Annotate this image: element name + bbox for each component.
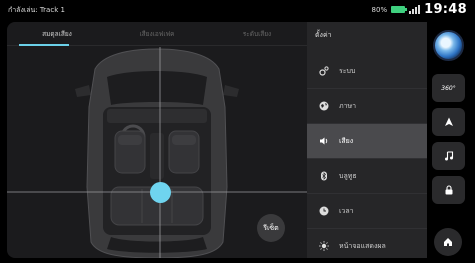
navigation-button[interactable] (432, 108, 465, 136)
battery-percent: 80% (371, 5, 388, 14)
balance-handle[interactable] (150, 182, 171, 203)
sound-tabs: สมดุลเสียง เสียงเอฟเฟค ระดับเสียง (7, 22, 307, 46)
home-icon (444, 238, 452, 246)
brightness-icon (319, 241, 329, 251)
menu-item-label: เวลา (339, 206, 354, 215)
navigation-icon (444, 117, 453, 126)
balance-area[interactable]: รีเซ็ต (7, 47, 307, 258)
menu-item-label: ภาษา (339, 101, 357, 110)
clock: 19:48 (424, 2, 467, 17)
bluetooth-icon (319, 171, 329, 181)
settings-title: ตั้งค่า (315, 31, 332, 39)
menu-item-label: บลูทูธ (339, 171, 357, 180)
system-icon (319, 66, 329, 76)
menu-item-display[interactable]: หน้าจอแสดงผล (307, 229, 427, 263)
music-button[interactable] (432, 142, 465, 170)
menu-item-bluetooth[interactable]: บลูทูธ (307, 159, 427, 194)
music-icon (444, 151, 453, 161)
reset-button[interactable]: รีเซ็ต (257, 214, 285, 242)
menu-item-time[interactable]: เวลา (307, 194, 427, 229)
language-icon (319, 101, 329, 111)
active-tab-indicator (19, 44, 69, 46)
speaker-icon (319, 136, 329, 146)
menu-item-label: เสียง (339, 136, 354, 145)
home-button[interactable] (434, 228, 462, 256)
status-bar: กำลังเล่น: Track 1 80% 19:48 (0, 0, 475, 22)
menu-item-label: ระบบ (339, 66, 356, 75)
tab-effects[interactable]: เสียงเอฟเฟค (107, 22, 207, 45)
settings-menu: ตั้งค่า ระบบ ภาษา เสียง บลูทูธ เวลา หน้า… (307, 22, 427, 258)
lock-button[interactable] (432, 176, 465, 204)
menu-item-system[interactable]: ระบบ (307, 54, 427, 89)
sound-panel: สมดุลเสียง เสียงเอฟเฟค ระดับเสียง รีเซ็ต (7, 22, 307, 258)
lock-icon (445, 185, 452, 195)
view-360-button[interactable]: 360° (432, 74, 465, 102)
user-avatar[interactable] (433, 30, 464, 61)
right-dock: 360° (427, 22, 471, 258)
now-playing-text: กำลังเล่น: Track 1 (8, 6, 65, 14)
tab-volume[interactable]: ระดับเสียง (207, 22, 307, 45)
360-view-icon: 360° (441, 84, 456, 92)
menu-item-sound[interactable]: เสียง (307, 124, 427, 159)
battery-icon (391, 6, 408, 13)
menu-item-language[interactable]: ภาษา (307, 89, 427, 124)
menu-item-label: หน้าจอแสดงผล (339, 241, 386, 250)
head-unit-screen: กำลังเล่น: Track 1 80% 19:48 สมดุลเสียง … (0, 0, 475, 263)
settings-list: ระบบ ภาษา เสียง บลูทูธ เวลา หน้าจอแสดงผล (307, 54, 427, 263)
status-right: 80% 19:48 (372, 2, 467, 17)
tab-balance[interactable]: สมดุลเสียง (7, 22, 107, 45)
clock-icon (319, 206, 329, 216)
signal-icon (409, 5, 421, 14)
